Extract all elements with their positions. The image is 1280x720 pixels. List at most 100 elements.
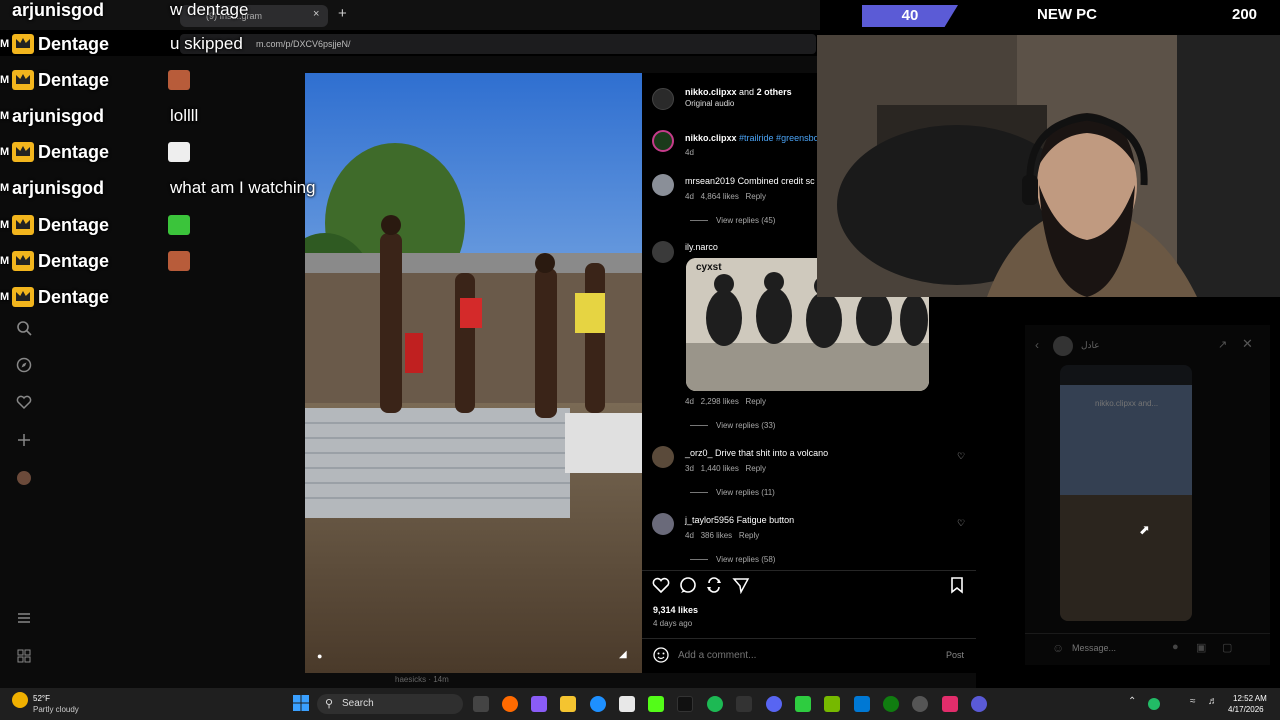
file-explorer-icon[interactable] [560, 696, 576, 712]
back-chevron-icon[interactable]: ‹ [1035, 338, 1039, 352]
weather-temp[interactable]: 52°F [33, 694, 50, 703]
explore-icon[interactable] [15, 357, 33, 375]
notifications-heart-icon[interactable] [15, 394, 33, 412]
comment-likes[interactable]: 386 likes [701, 531, 733, 540]
profile-avatar-icon[interactable] [15, 470, 33, 488]
tray-icon[interactable] [1148, 698, 1160, 710]
comment-body: Combined credit sc [737, 176, 815, 186]
caption-user[interactable]: nikko.clipxx [685, 133, 737, 143]
firefox-icon[interactable] [502, 696, 518, 712]
view-replies-button[interactable]: View replies (45) [690, 216, 775, 225]
reply-button[interactable]: Reply [746, 464, 766, 473]
app-icon[interactable] [942, 696, 958, 712]
weather-icon[interactable] [12, 692, 28, 708]
comment-like-heart-icon[interactable]: ♡ [957, 518, 965, 529]
post-date: 4 days ago [653, 619, 693, 628]
commenter-avatar[interactable] [652, 241, 674, 263]
search-icon[interactable] [15, 320, 33, 338]
image-icon[interactable]: ▣ [1196, 641, 1206, 654]
comment-user[interactable]: _orz0_ [685, 448, 713, 458]
clock-date[interactable]: 4/17/2026 [1228, 705, 1264, 714]
emoji-icon[interactable] [653, 647, 669, 668]
share-send-icon[interactable] [732, 576, 750, 599]
copilot-icon[interactable] [531, 696, 547, 712]
author-name[interactable]: nikko.clipxx [685, 87, 737, 97]
comment-likes[interactable]: 2,298 likes [701, 397, 739, 406]
menu-icon[interactable] [15, 610, 33, 628]
chat-message: Marjunisgod lollll [0, 100, 198, 132]
shared-post-preview[interactable]: nikko.clipxx and... [1060, 365, 1192, 621]
store-icon[interactable] [619, 696, 635, 712]
clock-time[interactable]: 12:52 AM [1233, 694, 1267, 703]
commenter-avatar[interactable] [652, 174, 674, 196]
chat-prefix: M [0, 74, 10, 86]
bookmark-icon[interactable] [949, 576, 965, 599]
reply-button[interactable]: Reply [739, 531, 759, 540]
caption-avatar[interactable] [652, 130, 674, 152]
create-plus-icon[interactable] [15, 432, 33, 450]
like-count[interactable]: 9,314 likes [653, 605, 698, 615]
comment-likes[interactable]: 4,864 likes [701, 192, 739, 201]
comment-likes[interactable]: 1,440 likes [701, 464, 739, 473]
volume-icon[interactable]: ♬ [1208, 696, 1218, 707]
capcut-icon[interactable] [677, 696, 693, 712]
apps-icon[interactable] [15, 648, 33, 666]
expand-icon[interactable]: ↗ [1218, 338, 1227, 351]
mute-icon[interactable]: ◢ [619, 649, 627, 660]
app-icon[interactable] [971, 696, 987, 712]
commenter-avatar[interactable] [652, 513, 674, 535]
microphone-icon[interactable]: ● [1172, 641, 1179, 653]
view-replies-button[interactable]: View replies (33) [690, 421, 775, 430]
nvidia-icon[interactable] [824, 696, 840, 712]
divider [642, 638, 976, 639]
xbox-icon[interactable] [883, 696, 899, 712]
author-avatar[interactable] [652, 88, 674, 110]
address-bar[interactable]: m.com/p/DXCV6psjjeN/ [180, 34, 816, 54]
commenter-avatar[interactable] [652, 446, 674, 468]
spotify-icon[interactable] [707, 696, 723, 712]
comment-age: 3d [685, 464, 694, 473]
kick-icon[interactable] [648, 696, 664, 712]
reply-button[interactable]: Reply [746, 397, 766, 406]
comment-input[interactable] [678, 647, 928, 663]
windows-start-icon[interactable] [293, 695, 309, 716]
comment-user[interactable]: mrsean2019 [685, 176, 735, 186]
chat-username: arjunisgod [12, 105, 105, 126]
comment-user[interactable]: ily.narco [685, 242, 718, 252]
post-video[interactable]: ● ◢ [305, 73, 642, 673]
obs-icon[interactable] [912, 696, 928, 712]
app-icon[interactable] [736, 696, 752, 712]
task-view-icon[interactable] [473, 696, 489, 712]
media-player-icon[interactable] [795, 696, 811, 712]
user-tag-icon[interactable]: ● [317, 651, 322, 661]
audio-label[interactable]: Original audio [685, 99, 734, 108]
tab-close-icon[interactable]: × [313, 8, 319, 20]
discord-icon[interactable] [766, 696, 782, 712]
close-icon[interactable]: ✕ [1242, 336, 1253, 352]
weather-desc[interactable]: Partly cloudy [33, 705, 79, 714]
dm-contact-name[interactable]: عادل [1081, 340, 1100, 351]
url-text: m.com/p/DXCV6psjjeN/ [256, 39, 351, 49]
comment-like-heart-icon[interactable]: ♡ [957, 451, 965, 462]
new-tab-button[interactable]: + [338, 5, 347, 22]
view-replies-button[interactable]: View replies (11) [690, 488, 775, 497]
comment-bubble-icon[interactable] [679, 576, 697, 599]
caption-tags[interactable]: #trailride #greensbo [739, 133, 819, 143]
app-icon[interactable] [854, 696, 870, 712]
emoji-icon[interactable]: ☺ [1052, 641, 1064, 655]
edge-icon[interactable] [590, 696, 606, 712]
like-heart-icon[interactable] [652, 576, 670, 599]
taskbar-search[interactable]: ⚲ Search [317, 694, 463, 714]
dm-avatar[interactable] [1053, 336, 1073, 356]
chevron-up-icon[interactable]: ⌃ [1128, 696, 1136, 707]
comment-user[interactable]: j_taylor5956 [685, 515, 734, 525]
wifi-icon[interactable]: ≈ [1190, 696, 1196, 707]
others-link[interactable]: 2 others [757, 87, 792, 97]
message-input[interactable] [1072, 641, 1167, 655]
repost-icon[interactable] [705, 576, 723, 599]
sticker-icon[interactable]: ▢ [1222, 641, 1232, 654]
view-replies-button[interactable]: View replies (58) [690, 555, 775, 564]
reply-button[interactable]: Reply [746, 192, 766, 201]
chat-emote-icon [168, 142, 190, 162]
post-comment-button[interactable]: Post [946, 650, 964, 660]
